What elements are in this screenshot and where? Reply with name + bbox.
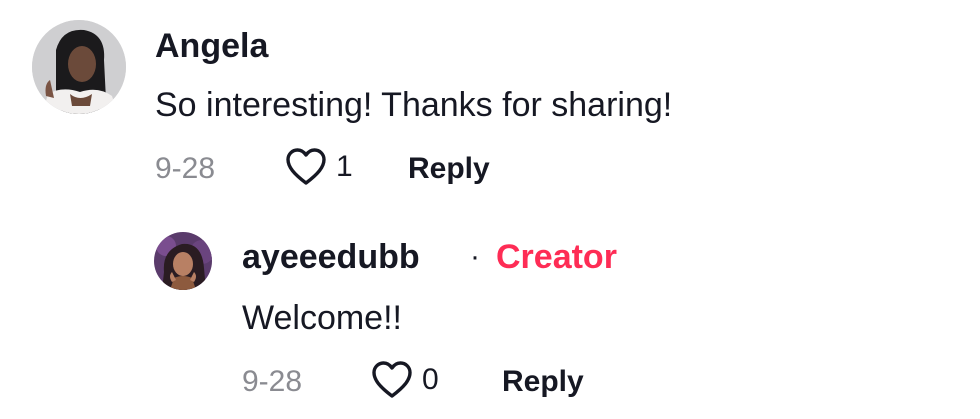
comment-date: 9-28	[155, 152, 216, 185]
reply-button[interactable]: Reply	[408, 152, 490, 186]
heart-icon[interactable]	[372, 361, 412, 399]
avatar[interactable]	[32, 20, 126, 114]
profile-photo-icon	[154, 232, 212, 290]
like-count: 0	[422, 363, 439, 396]
comment-text: So interesting! Thanks for sharing!	[155, 86, 673, 124]
reply-date: 9-28	[242, 365, 303, 398]
like-button[interactable]: 0	[372, 361, 439, 399]
reply-button[interactable]: Reply	[502, 365, 584, 399]
avatar[interactable]	[154, 232, 212, 290]
reply-username[interactable]: ayeeedubb	[242, 238, 420, 277]
creator-badge: Creator	[496, 238, 617, 276]
like-button[interactable]: 1	[286, 148, 353, 186]
separator-dot: ·	[470, 240, 480, 273]
comment-username[interactable]: Angela	[155, 27, 268, 66]
heart-icon[interactable]	[286, 148, 326, 186]
like-count: 1	[336, 150, 353, 183]
profile-photo-icon	[32, 20, 126, 114]
reply-text: Welcome!!	[242, 299, 402, 337]
comment-thread: Angela So interesting! Thanks for sharin…	[0, 0, 980, 419]
